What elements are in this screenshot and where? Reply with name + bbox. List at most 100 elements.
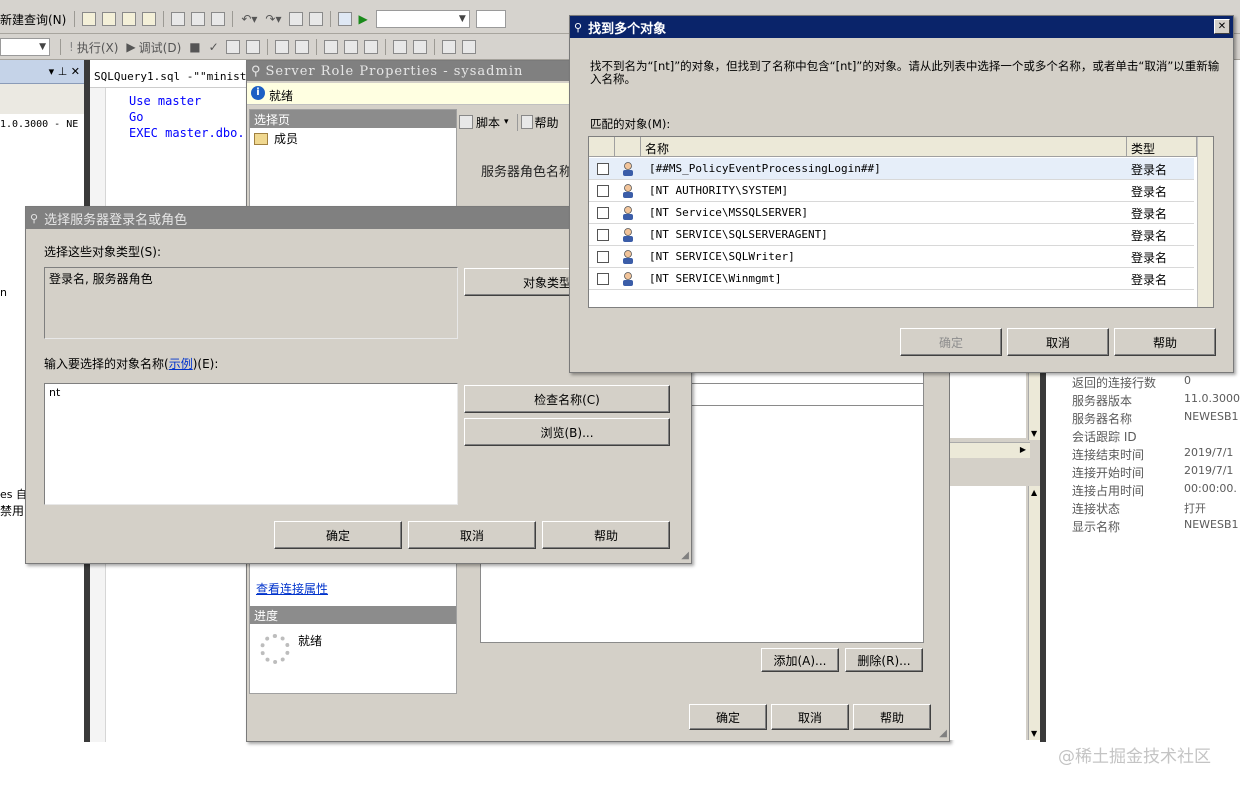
- activity-monitor-icon[interactable]: [337, 12, 352, 26]
- server-node[interactable]: 1.0.3000 - NE: [0, 119, 78, 130]
- row-checkbox[interactable]: [597, 251, 609, 263]
- row-checkbox[interactable]: [597, 273, 609, 285]
- ok-button[interactable]: 确定: [274, 521, 402, 549]
- property-value: NEWESB1: [1184, 518, 1239, 531]
- object-explorer-header: ▾ ⊥ ✕: [0, 60, 84, 84]
- grid-header-type[interactable]: 类型: [1127, 137, 1197, 157]
- row-checkbox[interactable]: [597, 207, 609, 219]
- table-row[interactable]: [NT SERVICE\SQLWriter] 登录名: [589, 246, 1194, 268]
- check-names-button[interactable]: 检查名称(C): [464, 385, 670, 413]
- resize-grip-icon[interactable]: ◢: [681, 550, 689, 561]
- add-member-button[interactable]: 添加(A)...: [761, 648, 839, 672]
- open-icon[interactable]: [102, 12, 117, 26]
- resize-grip-icon[interactable]: ◢: [939, 728, 947, 739]
- ok-button[interactable]: 确定: [900, 328, 1002, 356]
- redo-icon[interactable]: ↷▾: [261, 9, 285, 29]
- more-icon[interactable]: [461, 40, 476, 54]
- results-grid-icon[interactable]: [225, 40, 240, 54]
- grid-header-icon: [615, 137, 641, 157]
- database-combo[interactable]: ▼: [0, 38, 50, 56]
- progress-status: 就绪: [298, 634, 323, 648]
- table-row[interactable]: [NT AUTHORITY\SYSTEM] 登录名: [589, 180, 1194, 202]
- view-connection-properties[interactable]: 查看连接属性: [256, 580, 328, 597]
- window-icon[interactable]: [308, 12, 323, 26]
- new-query-button[interactable]: 新建查询(N): [0, 9, 70, 29]
- property-row: 返回的连接行数 0: [1072, 374, 1240, 392]
- help-toolbar-button[interactable]: 帮助: [516, 113, 559, 131]
- paste-icon[interactable]: [211, 12, 226, 26]
- indent-icon[interactable]: [392, 40, 407, 54]
- scroll-up-icon[interactable]: ▲: [1031, 488, 1037, 497]
- cancel-button[interactable]: 取消: [408, 521, 536, 549]
- view-conn-link[interactable]: 查看连接属性: [256, 582, 328, 596]
- separator: [163, 11, 165, 27]
- hscrollbar[interactable]: ▶: [950, 442, 1030, 458]
- close-icon[interactable]: ✕: [1214, 19, 1230, 34]
- copy-icon[interactable]: [191, 12, 206, 26]
- new-document-icon[interactable]: [82, 12, 97, 26]
- grid-scrollbar[interactable]: [1197, 137, 1213, 307]
- examples-link[interactable]: 示例: [169, 357, 193, 371]
- row-checkbox[interactable]: [597, 229, 609, 241]
- grid-header-name[interactable]: 名称: [641, 137, 1127, 157]
- save-all-icon[interactable]: [142, 12, 157, 26]
- table-row[interactable]: [##MS_PolicyEventProcessingLogin##] 登录名: [589, 158, 1194, 180]
- table-row[interactable]: [NT SERVICE\SQLSERVERAGENT] 登录名: [589, 224, 1194, 246]
- help-button[interactable]: 帮助: [1114, 328, 1216, 356]
- results-text-icon[interactable]: [245, 40, 260, 54]
- page-members[interactable]: 成员: [250, 128, 456, 149]
- execute-button[interactable]: ! 执行(X): [65, 37, 122, 57]
- table-row[interactable]: [NT Service\MSSQLSERVER] 登录名: [589, 202, 1194, 224]
- specify-values-icon[interactable]: [441, 40, 456, 54]
- property-label: 会话跟踪 ID: [1072, 430, 1137, 444]
- include-plan-icon[interactable]: [343, 40, 358, 54]
- save-icon[interactable]: [122, 12, 137, 26]
- scroll-down-icon[interactable]: ▼: [1031, 429, 1037, 438]
- help-button[interactable]: 帮助: [853, 704, 931, 730]
- ok-button[interactable]: 确定: [689, 704, 767, 730]
- property-value: NEWESB1: [1184, 410, 1239, 423]
- scroll-down-icon[interactable]: ▼: [1031, 729, 1037, 738]
- execute-label: 执行(X): [76, 40, 119, 55]
- table-row[interactable]: [NT SERVICE\Winmgmt] 登录名: [589, 268, 1194, 290]
- uncomment-icon[interactable]: [294, 40, 309, 54]
- parse-icon[interactable]: ✓: [205, 37, 223, 57]
- browse-button[interactable]: 浏览(B)...: [464, 418, 670, 446]
- object-types-label: 选择这些对象类型(S):: [44, 245, 162, 259]
- outdent-icon[interactable]: [412, 40, 427, 54]
- user-icon: [620, 205, 636, 221]
- solution-config-combo[interactable]: ▼: [375, 10, 470, 28]
- pin-close-icons[interactable]: ▾ ⊥ ✕: [49, 65, 80, 78]
- client-stats-icon[interactable]: [363, 40, 378, 54]
- remove-member-button[interactable]: 删除(R)...: [845, 648, 923, 672]
- help-button[interactable]: 帮助: [542, 521, 670, 549]
- sql-line-3[interactable]: EXEC master.dbo.: [129, 126, 245, 140]
- query-editor-tab[interactable]: SQLQuery1.sql -""ministr: [90, 68, 246, 88]
- row-type: 登录名: [1131, 273, 1168, 287]
- comment-icon[interactable]: [274, 40, 289, 54]
- cancel-button[interactable]: 取消: [1007, 328, 1109, 356]
- navigate-icon[interactable]: [288, 12, 303, 26]
- scroll-right-icon[interactable]: ▶: [1020, 445, 1026, 454]
- sql-line-2[interactable]: Go: [129, 110, 143, 124]
- tree-fragment-n: n: [0, 286, 7, 299]
- undo-icon[interactable]: ↶▾: [237, 9, 261, 29]
- row-checkbox[interactable]: [597, 185, 609, 197]
- find-multiple-titlebar: ⚲ 找到多个对象 ✕: [570, 16, 1233, 38]
- dialog-title: 选择服务器登录名或角色: [44, 212, 188, 228]
- object-names-input[interactable]: nt: [44, 383, 458, 505]
- debug-label: 调试(D): [138, 40, 182, 55]
- query-options-icon[interactable]: [323, 40, 338, 54]
- platform-combo[interactable]: [475, 10, 506, 28]
- debug-button[interactable]: ▶ 调试(D): [122, 37, 185, 57]
- cancel-button[interactable]: 取消: [771, 704, 849, 730]
- row-checkbox[interactable]: [597, 163, 609, 175]
- sql-line-1[interactable]: Use master: [129, 94, 201, 108]
- cut-icon[interactable]: [171, 12, 186, 26]
- property-label: 连接开始时间: [1072, 466, 1145, 480]
- property-row: 连接开始时间 2019/7/1: [1072, 464, 1240, 482]
- script-button[interactable]: 脚本 ▾: [459, 114, 509, 131]
- start-debug-icon[interactable]: ▶: [355, 9, 372, 29]
- stop-icon[interactable]: ■: [185, 37, 204, 57]
- matching-objects-grid[interactable]: 名称 类型 [##MS_PolicyEventProcessingLogin##…: [588, 136, 1214, 308]
